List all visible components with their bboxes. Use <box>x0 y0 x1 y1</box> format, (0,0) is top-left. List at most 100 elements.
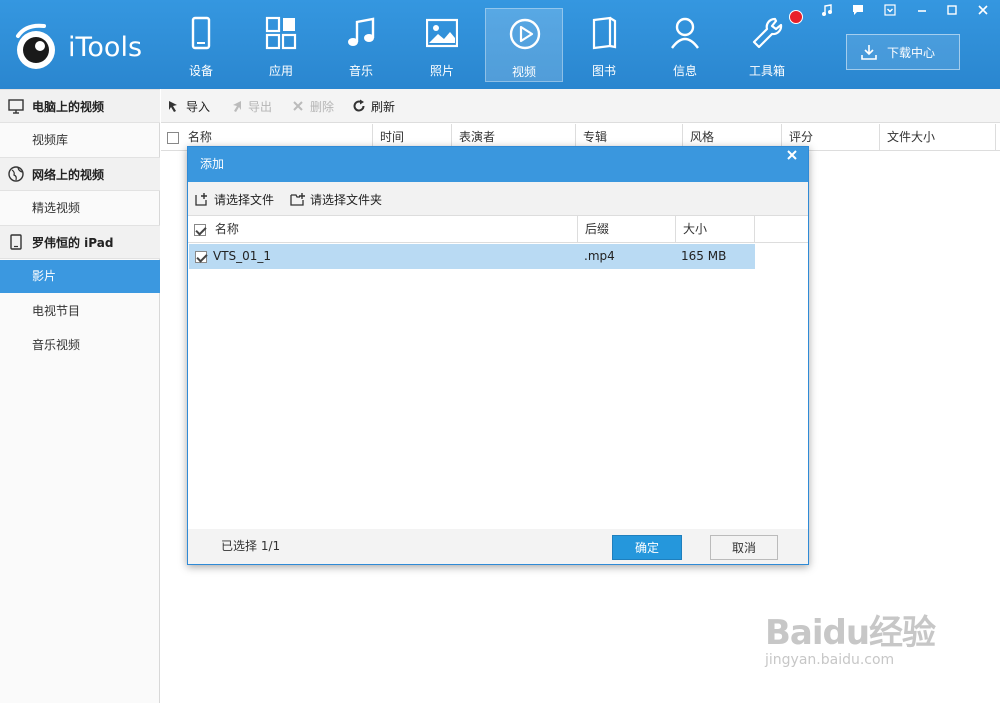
dialog-title: 添加 <box>200 157 225 171</box>
delete-label: 删除 <box>310 99 335 114</box>
nav-tab-label: 信息 <box>672 64 697 78</box>
sidebar-section-ipad[interactable]: 罗伟恒的 iPad <box>0 225 160 259</box>
wrench-icon <box>752 17 783 49</box>
cancel-button[interactable]: 取消 <box>710 535 778 560</box>
column-file-size[interactable]: 文件大小 <box>881 124 996 151</box>
column-name-label: 名称 <box>187 130 212 144</box>
export-button[interactable]: 导出 <box>229 89 272 123</box>
main-toolbar: 导入 导出 删除 刷新 <box>161 89 1000 123</box>
refresh-button[interactable]: 刷新 <box>352 89 395 123</box>
brand-name: iTools <box>68 32 143 63</box>
maximize-button[interactable] <box>937 0 967 20</box>
refresh-label: 刷新 <box>371 99 396 114</box>
sidebar-item-tv-shows[interactable]: 电视节目 <box>0 295 160 328</box>
app-logo: iTools <box>12 22 162 72</box>
chat-bubble-icon <box>853 5 863 15</box>
add-folder-icon <box>290 192 305 206</box>
delete-button[interactable]: 删除 <box>291 89 334 123</box>
table-row[interactable]: VTS_01_1 .mp4 165 MB <box>189 244 755 269</box>
add-dialog: 添加 请选择文件 请选择文件夹 名称 后缀 大小 VTS_01_1 .mp4 1… <box>187 146 809 565</box>
minimize-icon <box>918 10 926 12</box>
download-icon <box>861 45 877 60</box>
dialog-close-button[interactable] <box>786 149 800 163</box>
import-label: 导入 <box>186 99 211 114</box>
sidebar-item-featured-videos[interactable]: 精选视频 <box>0 192 160 225</box>
nav-tab-label: 应用 <box>268 64 293 78</box>
select-file-button[interactable]: 请选择文件 <box>194 182 274 216</box>
globe-icon <box>8 166 24 182</box>
menu-button[interactable] <box>875 0 905 20</box>
book-icon <box>592 16 617 50</box>
nav-tab-photos[interactable]: 照片 <box>403 8 481 82</box>
nav-tab-label: 音乐 <box>348 64 373 78</box>
nav-tab-label: 照片 <box>429 64 454 78</box>
row-checkbox-cell[interactable] <box>195 244 207 269</box>
nav-tab-label: 设备 <box>188 64 213 78</box>
nav-tab-messages[interactable]: 信息 <box>646 8 724 82</box>
close-icon <box>978 5 988 15</box>
select-file-label: 请选择文件 <box>214 192 275 207</box>
select-folder-button[interactable]: 请选择文件夹 <box>290 182 382 216</box>
sidebar-section-online-videos[interactable]: 网络上的视频 <box>0 157 160 191</box>
device-icon <box>191 16 211 50</box>
confirm-button[interactable]: 确定 <box>612 535 682 560</box>
delete-x-icon <box>293 101 303 111</box>
nav-tab-books[interactable]: 图书 <box>565 8 643 82</box>
row-file-size: 165 MB <box>681 249 727 263</box>
refresh-icon <box>353 99 365 112</box>
apps-grid-icon <box>265 16 297 50</box>
itools-logo-icon <box>16 23 55 69</box>
minimize-button[interactable] <box>907 0 937 20</box>
import-button[interactable]: 导入 <box>167 89 210 123</box>
nav-tab-label: 工具箱 <box>748 64 785 78</box>
sidebar: 电脑上的视频 视频库 网络上的视频 精选视频 罗伟恒的 iPad 影片 电视节目… <box>0 89 160 703</box>
download-center-label: 下载中心 <box>887 45 936 60</box>
photo-icon <box>426 18 458 48</box>
dialog-toolbar: 请选择文件 请选择文件夹 <box>188 182 808 216</box>
sidebar-section-label: 网络上的视频 <box>32 167 105 182</box>
row-file-extension: .mp4 <box>584 249 615 263</box>
select-folder-label: 请选择文件夹 <box>310 192 383 207</box>
dialog-column-name[interactable]: 名称 <box>188 216 578 243</box>
add-file-icon <box>195 192 207 206</box>
row-file-name: VTS_01_1 <box>213 249 272 263</box>
notification-dot <box>789 10 803 24</box>
dropdown-menu-icon <box>884 4 896 16</box>
sidebar-section-pc-videos[interactable]: 电脑上的视频 <box>0 89 160 123</box>
select-all-checkbox[interactable] <box>167 131 179 144</box>
ipad-icon <box>10 234 22 250</box>
sidebar-item-music-videos[interactable]: 音乐视频 <box>0 329 160 362</box>
nav-tab-label: 图书 <box>591 64 616 78</box>
nav-tab-device[interactable]: 设备 <box>162 8 240 82</box>
dialog-column-size[interactable]: 大小 <box>677 216 755 243</box>
watermark-url: jingyan.baidu.com <box>765 652 895 668</box>
sidebar-item-movies[interactable]: 影片 <box>0 260 160 293</box>
nav-tab-apps[interactable]: 应用 <box>242 8 320 82</box>
feedback-button[interactable] <box>843 0 873 20</box>
close-window-button[interactable] <box>968 0 998 20</box>
dialog-column-name-label: 名称 <box>214 222 239 236</box>
sidebar-section-label: 电脑上的视频 <box>32 99 105 114</box>
person-icon <box>671 17 699 49</box>
dialog-title-bar: 添加 <box>188 147 808 182</box>
sidebar-section-label: 罗伟恒的 iPad <box>32 235 114 250</box>
play-circle-icon <box>509 18 541 50</box>
close-icon <box>787 150 797 160</box>
dialog-file-table-header: 名称 后缀 大小 <box>188 216 808 243</box>
dialog-select-all-checkbox[interactable] <box>194 223 206 236</box>
top-bar: iTools 设备 应用 音乐 照片 视频 图书 信息 工具箱 下载中心 <box>0 0 1000 89</box>
selected-count: 已选择 1/1 <box>221 539 281 553</box>
import-arrow-icon <box>169 101 177 112</box>
monitor-icon <box>8 99 24 114</box>
nav-tab-video[interactable]: 视频 <box>485 8 563 82</box>
maximize-icon <box>947 5 957 15</box>
row-checkbox[interactable] <box>195 250 207 263</box>
dialog-column-extension[interactable]: 后缀 <box>579 216 676 243</box>
nav-tab-music[interactable]: 音乐 <box>322 8 400 82</box>
sidebar-item-video-library[interactable]: 视频库 <box>0 124 160 157</box>
download-center-button[interactable]: 下载中心 <box>846 34 960 70</box>
export-label: 导出 <box>248 99 273 114</box>
watermark-main: Baidu经验 <box>765 613 936 653</box>
dialog-footer: 已选择 1/1 确定 取消 <box>188 529 808 564</box>
music-mini-button[interactable] <box>812 0 842 20</box>
